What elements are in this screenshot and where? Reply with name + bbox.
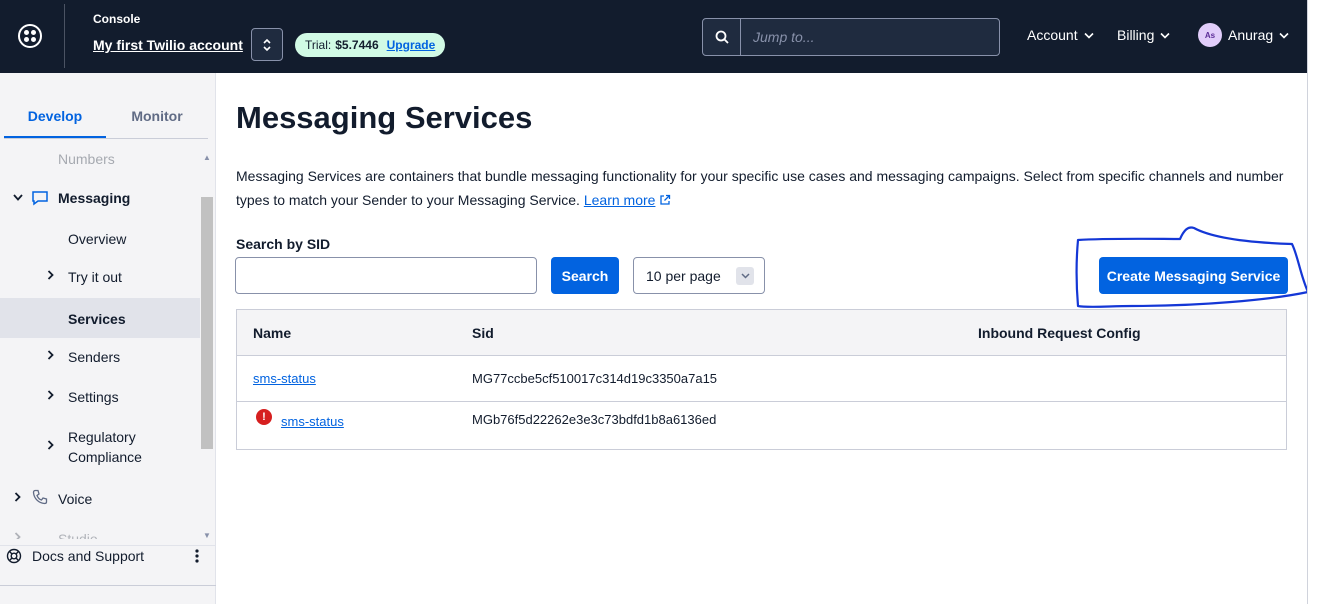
table-row: sms-status MG77ccbe5cf510017c314d19c3350… xyxy=(237,356,1286,402)
sidebar-item-label: Settings xyxy=(68,389,119,405)
sidebar-item-label: Compliance xyxy=(68,449,142,465)
sidebar-item-label: Messaging xyxy=(58,190,131,206)
description-text: Messaging Services are containers that b… xyxy=(236,168,1284,208)
jump-to-input[interactable] xyxy=(741,19,999,55)
trial-badge: Trial: $5.7446 Upgrade xyxy=(295,33,446,57)
sidebar-item-label: Overview xyxy=(68,231,127,247)
chevron-right-icon xyxy=(47,390,54,400)
sidebar-tabs: Develop Monitor xyxy=(4,99,208,139)
billing-menu[interactable]: Billing xyxy=(1117,27,1170,43)
chevron-up-down-icon xyxy=(263,38,271,51)
chevron-right-icon xyxy=(47,440,54,450)
jump-to-search xyxy=(702,18,1000,56)
lifebuoy-icon xyxy=(6,548,22,564)
window-edge xyxy=(1307,0,1323,604)
sidebar-item-studio[interactable]: Studio xyxy=(0,529,200,539)
per-page-value: 10 per page xyxy=(646,267,721,284)
column-header-sid: Sid xyxy=(472,325,494,341)
console-label: Console xyxy=(93,12,141,26)
sidebar-item-regulatory-compliance[interactable]: Regulatory Compliance xyxy=(0,427,200,467)
column-header-inbound-request-config: Inbound Request Config xyxy=(978,325,1141,341)
scrollbar-thumb[interactable] xyxy=(201,197,213,449)
column-header-name: Name xyxy=(253,325,292,341)
docs-and-support[interactable]: Docs and Support xyxy=(0,545,216,585)
scroll-down-arrow-icon[interactable]: ▼ xyxy=(203,531,211,540)
service-sid: MG77ccbe5cf510017c314d19c3350a7a15 xyxy=(472,371,718,386)
sidebar-item-label: Try it out xyxy=(68,269,122,285)
sidebar-item-label: Numbers xyxy=(58,151,115,167)
chevron-down-icon xyxy=(736,267,754,285)
sidebar: Develop Monitor Numbers Messaging Overvi… xyxy=(0,73,216,604)
sidebar-item-label: Services xyxy=(68,311,126,327)
sidebar-item-services[interactable]: Services xyxy=(0,298,200,338)
user-menu[interactable]: As Anurag xyxy=(1198,23,1289,47)
chevron-down-icon xyxy=(13,194,23,201)
account-menu-label: Account xyxy=(1027,27,1078,43)
trial-balance: $5.7446 xyxy=(335,38,379,52)
create-messaging-service-button[interactable]: Create Messaging Service xyxy=(1099,257,1288,294)
chevron-right-icon xyxy=(47,350,54,360)
sidebar-item-overview[interactable]: Overview xyxy=(0,229,200,247)
table-row: ! sms-status MGb76f5d22262e3e3c73bdfd1b8… xyxy=(237,402,1286,449)
per-page-select[interactable]: 10 per page xyxy=(633,257,765,294)
service-name-link[interactable]: sms-status xyxy=(281,414,344,429)
chevron-down-icon xyxy=(1279,32,1289,39)
services-table: Name Sid Inbound Request Config sms-stat… xyxy=(236,309,1287,450)
phone-icon xyxy=(32,489,48,505)
sidebar-item-voice[interactable]: Voice xyxy=(0,489,200,507)
sidebar-item-settings[interactable]: Settings xyxy=(0,387,200,405)
user-name: Anurag xyxy=(1228,27,1274,43)
learn-more-link[interactable]: Learn more xyxy=(584,192,656,208)
sidebar-nav: Numbers Messaging Overview Try it out Se… xyxy=(0,149,200,539)
search-button[interactable]: Search xyxy=(551,257,619,294)
tab-develop[interactable]: Develop xyxy=(4,99,106,138)
message-icon xyxy=(32,191,48,206)
trial-label: Trial: xyxy=(305,38,332,52)
sidebar-item-label: Regulatory xyxy=(68,429,136,445)
sidebar-item-senders[interactable]: Senders xyxy=(0,347,200,365)
divider xyxy=(0,585,216,586)
account-name-link[interactable]: My first Twilio account xyxy=(93,37,243,53)
upgrade-link[interactable]: Upgrade xyxy=(387,38,436,52)
external-link-icon xyxy=(660,194,671,205)
divider xyxy=(64,4,65,68)
chevron-right-icon xyxy=(14,532,21,539)
twilio-logo-icon[interactable] xyxy=(18,24,42,48)
sidebar-item-label: Studio xyxy=(58,531,98,539)
table-header: Name Sid Inbound Request Config xyxy=(237,310,1286,356)
billing-menu-label: Billing xyxy=(1117,27,1155,43)
sidebar-item-numbers[interactable]: Numbers xyxy=(0,151,200,169)
avatar: As xyxy=(1198,23,1222,47)
sidebar-item-try-it-out[interactable]: Try it out xyxy=(0,267,200,285)
chevron-down-icon xyxy=(1160,32,1170,39)
chevron-down-icon xyxy=(1084,32,1094,39)
page-description: Messaging Services are containers that b… xyxy=(236,164,1286,212)
top-bar: Console My first Twilio account Trial: $… xyxy=(0,0,1307,73)
tab-monitor[interactable]: Monitor xyxy=(106,99,208,138)
sidebar-item-messaging[interactable]: Messaging xyxy=(0,189,200,207)
account-menu[interactable]: Account xyxy=(1027,27,1094,43)
docs-label: Docs and Support xyxy=(32,548,145,564)
page-title: Messaging Services xyxy=(236,100,533,135)
sidebar-scrollbar[interactable] xyxy=(200,157,214,537)
error-icon[interactable]: ! xyxy=(256,409,272,425)
chevron-right-icon xyxy=(47,270,54,280)
chevron-right-icon xyxy=(14,492,21,502)
sidebar-item-label: Voice xyxy=(58,491,93,507)
account-switcher-button[interactable] xyxy=(251,28,283,61)
sid-search-input[interactable] xyxy=(235,257,537,294)
more-vertical-icon[interactable] xyxy=(194,548,200,564)
search-icon xyxy=(703,19,741,55)
service-sid: MGb76f5d22262e3e3c73bdfd1b8a6136ed xyxy=(472,412,717,427)
sidebar-item-label: Senders xyxy=(68,349,121,365)
search-by-sid-label: Search by SID xyxy=(236,236,331,252)
service-name-link[interactable]: sms-status xyxy=(253,371,316,386)
